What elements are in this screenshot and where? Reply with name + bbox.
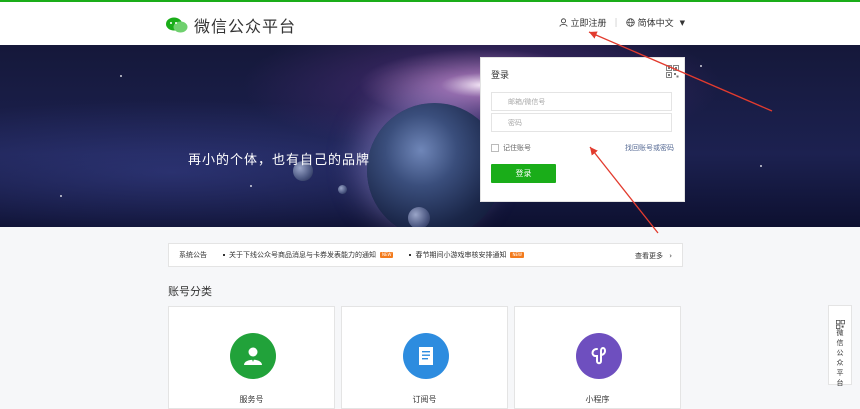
card-label: 服务号 [239,395,264,404]
mini-program-circle [576,333,622,379]
system-notice-bar: 系统公告 关于下线公众号商品消息与卡券发表能力的通知 NEW 春节期间小游戏审核… [168,243,683,267]
login-panel: 登录 邮箱/微信号 密码 记住账号 找回账号或密码 登录 [480,57,685,202]
mini-program-icon [591,347,607,365]
account-card-mini-program[interactable]: 小程序 [514,306,681,409]
qr-code-icon [836,314,845,329]
remember-account[interactable]: 记住账号 [491,143,531,153]
remember-checkbox[interactable] [491,144,499,152]
header: 微信公众平台 立即注册 | 简体中文 ▼ [0,2,860,45]
new-badge: NEW [510,252,524,258]
notice-item[interactable]: 关于下线公众号商品消息与卡券发表能力的通知 NEW [223,250,394,260]
new-badge: NEW [380,252,394,258]
notice-item-text: 春节期间小游戏审核安排通知 [415,251,507,259]
register-label: 立即注册 [570,19,607,29]
globe-icon [625,18,635,27]
qr-code-icon[interactable] [666,63,679,78]
account-card-subscription[interactable]: 订阅号 [341,306,508,409]
user-icon [559,18,568,27]
notice-title: 系统公告 [179,251,207,259]
wechat-logo-icon [166,16,188,34]
forgot-password-link[interactable]: 找回账号或密码 [625,143,674,153]
view-more-link[interactable]: 查看更多 › [635,251,672,261]
language-selector[interactable]: 简体中文 ▼ [625,16,685,29]
header-links: 立即注册 | 简体中文 ▼ [559,16,685,29]
bullet-icon [223,254,225,256]
password-field[interactable]: 密码 [491,113,672,132]
bullet-icon [409,254,412,256]
star-decoration [760,165,762,167]
moon-image [408,207,430,227]
banner: 再小的个体，也有自己的品牌 [0,45,860,227]
account-card-service[interactable]: 服务号 [168,306,335,409]
register-link[interactable]: 立即注册 [559,16,607,29]
login-title: 登录 [491,71,510,81]
notice-item-text: 关于下线公众号商品消息与卡券发表能力的通知 [229,251,376,259]
side-qr-widget[interactable]: 微信公众平台 [828,305,852,387]
document-icon [419,347,433,365]
star-decoration [700,65,702,67]
star-decoration [120,75,122,77]
language-label: 简体中文 [637,19,674,29]
chevron-right-icon: › [669,252,672,260]
email-field[interactable]: 邮箱/微信号 [491,92,672,111]
star-decoration [250,185,252,187]
service-circle [230,333,276,379]
moon-image [338,185,347,194]
person-icon [244,347,262,365]
card-label: 订阅号 [412,395,437,404]
caret-down-icon: ▼ [679,18,685,27]
login-button[interactable]: 登录 [491,164,556,183]
subscription-circle [403,333,449,379]
logo[interactable]: 微信公众平台 [166,13,296,37]
view-more-label: 查看更多 [634,252,663,260]
side-widget-text: 微信公众平台 [836,329,844,387]
section-title: 账号分类 [168,285,212,298]
header-divider: | [614,17,618,28]
remember-label: 记住账号 [503,144,531,152]
card-label: 小程序 [585,395,610,404]
banner-slogan: 再小的个体，也有自己的品牌 [188,153,371,168]
logo-text: 微信公众平台 [194,17,297,36]
star-decoration [60,195,62,197]
notice-item[interactable]: 春节期间小游戏审核安排通知 NEW [409,250,524,260]
